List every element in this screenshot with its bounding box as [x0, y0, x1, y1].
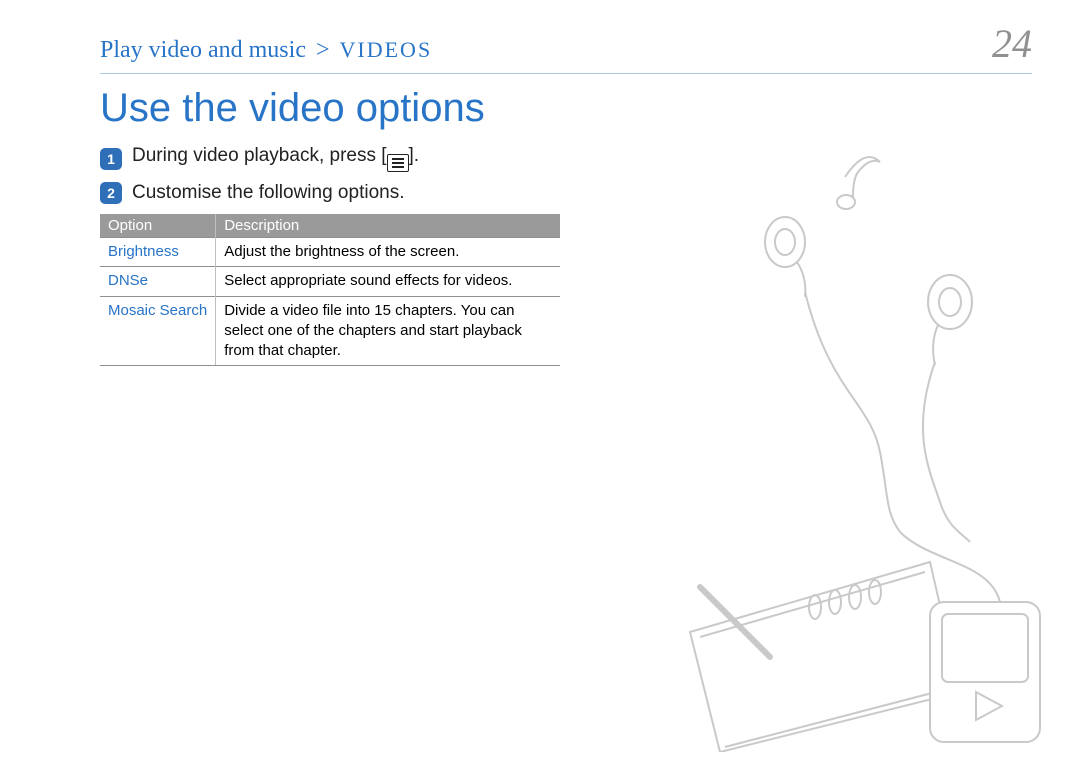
table-row: Brightness Adjust the brightness of the … — [100, 238, 560, 267]
step-2: 2 Customise the following options. — [100, 182, 1032, 204]
step-1: 1 During video playback, press []. — [100, 145, 1032, 172]
illustration-earbuds-notebook-player-icon — [630, 132, 1060, 752]
col-option: Option — [100, 214, 216, 238]
col-description: Description — [216, 214, 560, 238]
option-name: DNSe — [100, 267, 216, 296]
options-table: Option Description Brightness Adjust the… — [100, 214, 560, 366]
page-title: Use the video options — [100, 86, 1032, 131]
step-badge: 1 — [100, 148, 122, 170]
option-desc: Select appropriate sound effects for vid… — [216, 267, 560, 296]
step-text-after: ]. — [409, 145, 420, 166]
page-number: 24 — [992, 20, 1032, 67]
step-text: During video playback, press []. — [132, 145, 419, 172]
table-row: Mosaic Search Divide a video file into 1… — [100, 296, 560, 366]
option-desc: Divide a video file into 15 chapters. Yo… — [216, 296, 560, 366]
option-desc: Adjust the brightness of the screen. — [216, 238, 560, 267]
breadcrumb-section: VIDEOS — [340, 37, 433, 62]
breadcrumb: Play video and music > VIDEOS — [100, 37, 432, 64]
option-name: Mosaic Search — [100, 296, 216, 366]
header-rule — [100, 73, 1032, 74]
breadcrumb-separator: > — [312, 37, 334, 63]
breadcrumb-main: Play video and music — [100, 37, 306, 63]
step-badge: 2 — [100, 182, 122, 204]
table-row: DNSe Select appropriate sound effects fo… — [100, 267, 560, 296]
option-name: Brightness — [100, 238, 216, 267]
steps-list: 1 During video playback, press []. 2 Cus… — [100, 145, 1032, 204]
menu-icon — [387, 154, 409, 172]
step-text: Customise the following options. — [132, 182, 404, 204]
step-text-before: During video playback, press [ — [132, 145, 387, 166]
